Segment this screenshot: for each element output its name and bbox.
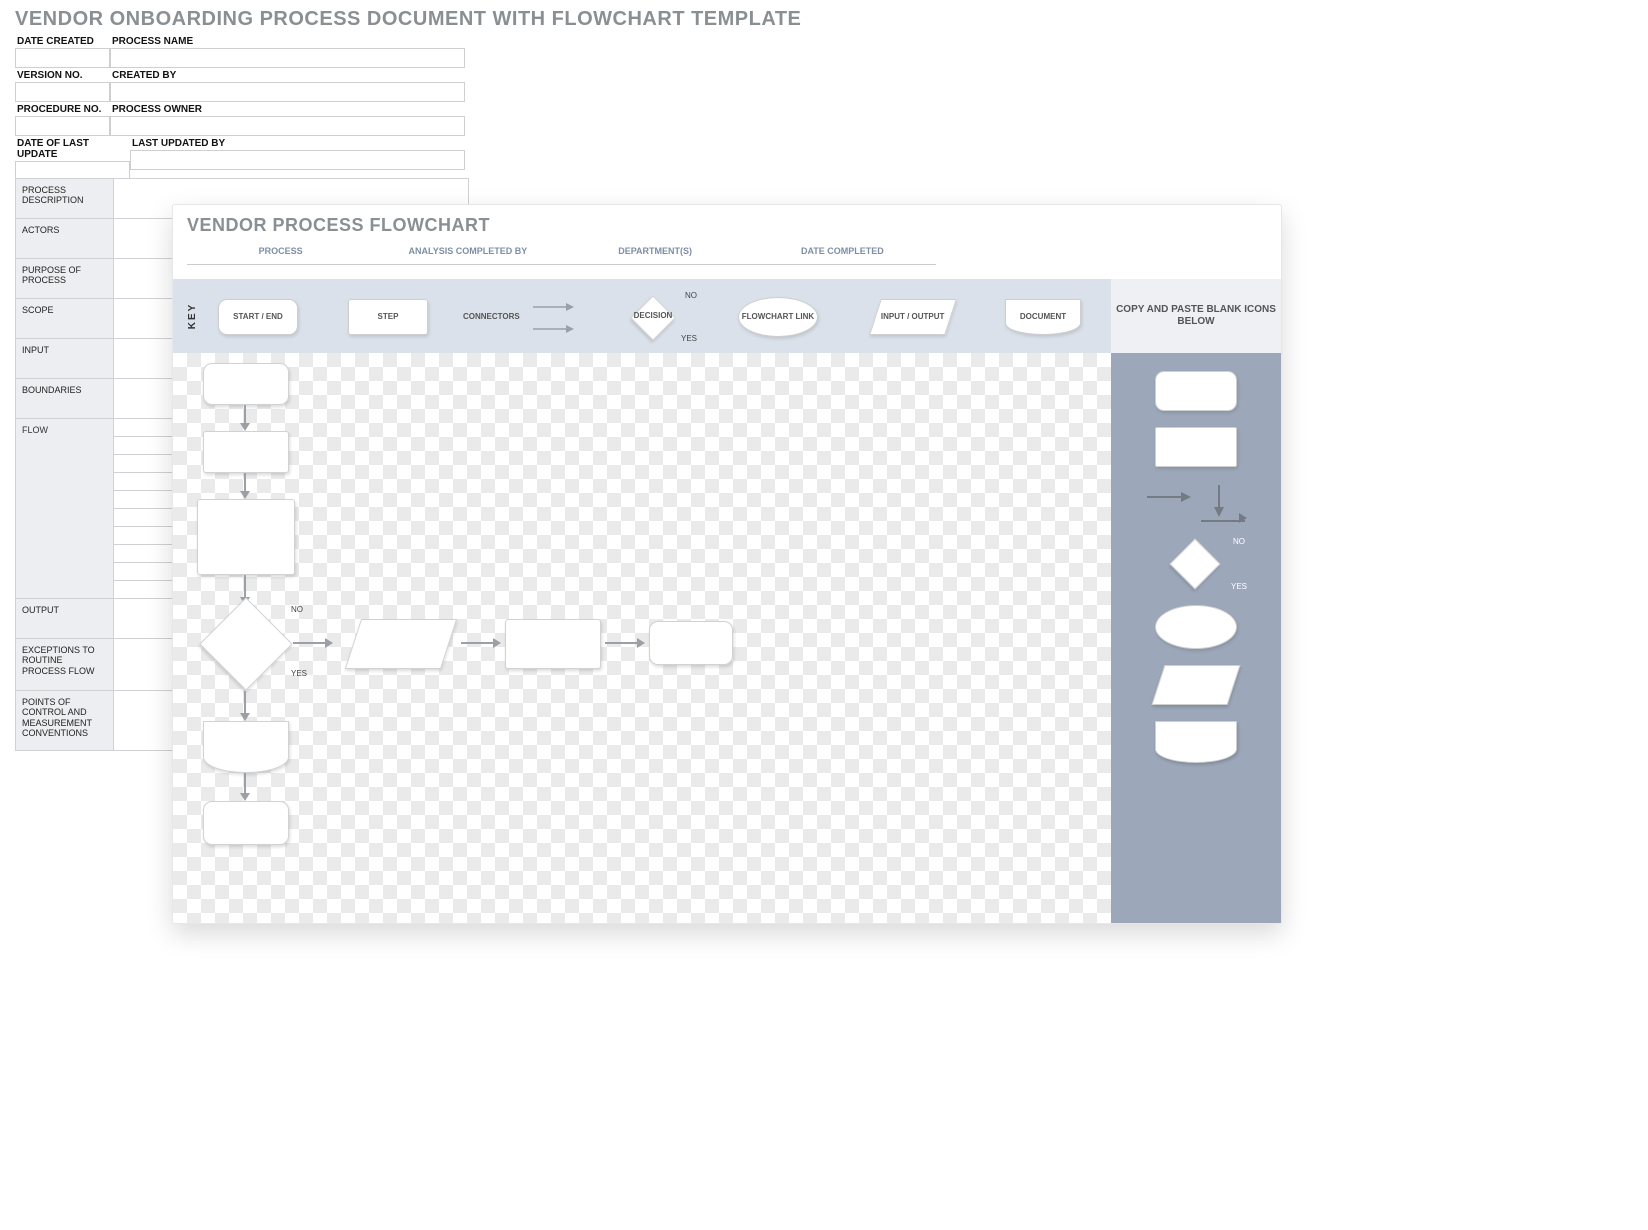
canvas-step-shape[interactable]	[197, 499, 295, 575]
palette-connectors-icon[interactable]	[1141, 483, 1251, 523]
row-label: FLOW	[16, 419, 114, 599]
palette-start-end-icon[interactable]	[1155, 371, 1237, 411]
palette-document-icon[interactable]	[1155, 721, 1237, 763]
label-created-by: CREATED BY	[110, 68, 465, 82]
row-label: PROCESS DESCRIPTION	[16, 179, 114, 219]
step-icon[interactable]: STEP	[348, 299, 428, 335]
meta-header[interactable]: PROCESS	[187, 245, 374, 265]
document-icon[interactable]: DOCUMENT	[1005, 299, 1081, 335]
meta-header[interactable]: DEPARTMENT(S)	[562, 245, 749, 265]
row-label: POINTS OF CONTROL AND MEASUREMENT CONVEN…	[16, 691, 114, 751]
decision-no-label: NO	[685, 291, 697, 300]
input-version-no[interactable]	[15, 82, 110, 102]
input-created-by[interactable]	[110, 82, 465, 102]
label-process-owner: PROCESS OWNER	[110, 102, 465, 116]
label-date-created: DATE CREATED	[15, 34, 110, 48]
row-label: ACTORS	[16, 219, 114, 259]
flowchart-link-icon[interactable]: FLOWCHART LINK	[738, 297, 818, 337]
palette-step-icon[interactable]	[1155, 427, 1237, 467]
icons-palette: NO YES	[1111, 353, 1281, 923]
canvas-document-shape[interactable]	[203, 721, 289, 773]
row-label: PURPOSE OF PROCESS	[16, 259, 114, 299]
key-input-output: INPUT / OUTPUT	[881, 313, 945, 322]
key-document: DOCUMENT	[1020, 313, 1066, 322]
label-version-no: VERSION NO.	[15, 68, 110, 82]
row-label: BOUNDARIES	[16, 379, 114, 419]
header-metadata: DATE CREATED PROCESS NAME VERSION NO. CR…	[15, 34, 465, 181]
canvas-input-output-shape[interactable]	[345, 619, 457, 669]
decision-yes-label: YES	[681, 334, 697, 343]
input-last-updated-by[interactable]	[130, 150, 465, 170]
canvas-step-shape[interactable]	[203, 431, 289, 473]
start-end-icon[interactable]: START / END	[218, 299, 298, 335]
key-connectors: CONNECTORS	[463, 313, 520, 322]
palette-no-label: NO	[1233, 537, 1245, 546]
row-label: SCOPE	[16, 299, 114, 339]
label-last-updated-by: LAST UPDATED BY	[130, 136, 465, 150]
label-process-name: PROCESS NAME	[110, 34, 465, 48]
key-start-end: START / END	[233, 313, 283, 322]
key-flowchart-link: FLOWCHART LINK	[742, 313, 814, 322]
palette-flowchart-link-icon[interactable]	[1155, 605, 1237, 649]
connectors-icon[interactable]	[528, 295, 583, 339]
input-process-name[interactable]	[110, 48, 465, 68]
input-procedure-no[interactable]	[15, 116, 110, 136]
canvas-step-shape[interactable]	[505, 619, 601, 669]
canvas-start-end-shape[interactable]	[203, 363, 289, 405]
copy-paste-label: COPY AND PASTE BLANK ICONS BELOW	[1111, 279, 1281, 353]
canvas-decision-no-label: NO	[291, 605, 303, 614]
meta-header[interactable]: DATE COMPLETED	[749, 245, 936, 265]
key-legend: KEY START / END STEP CONNECTORS DECISION…	[173, 279, 1113, 353]
flowchart-card: VENDOR PROCESS FLOWCHART PROCESS ANALYSI…	[172, 204, 1282, 924]
decision-icon[interactable]: DECISION NO YES	[623, 297, 683, 337]
flowchart-canvas[interactable]: NO YES	[173, 353, 1111, 923]
palette-input-output-icon[interactable]	[1152, 665, 1241, 705]
palette-yes-label: YES	[1231, 582, 1247, 591]
canvas-decision-yes-label: YES	[291, 669, 307, 678]
row-label: INPUT	[16, 339, 114, 379]
flowchart-meta-headers: PROCESS ANALYSIS COMPLETED BY DEPARTMENT…	[187, 245, 936, 265]
input-process-owner[interactable]	[110, 116, 465, 136]
input-date-created[interactable]	[15, 48, 110, 68]
key-step: STEP	[378, 313, 399, 322]
key-decision: DECISION	[623, 312, 683, 321]
meta-header[interactable]: ANALYSIS COMPLETED BY	[374, 245, 561, 265]
label-date-last-update: DATE OF LAST UPDATE	[15, 136, 130, 161]
label-procedure-no: PROCEDURE NO.	[15, 102, 110, 116]
canvas-start-end-shape[interactable]	[203, 801, 289, 845]
row-label: OUTPUT	[16, 599, 114, 639]
canvas-start-end-shape[interactable]	[649, 621, 733, 665]
palette-decision-icon[interactable]: NO YES	[1151, 539, 1241, 589]
input-output-icon[interactable]: INPUT / OUTPUT	[869, 299, 957, 335]
row-label: EXCEPTIONS TO ROUTINE PROCESS FLOW	[16, 639, 114, 691]
page-title: VENDOR ONBOARDING PROCESS DOCUMENT WITH …	[15, 8, 801, 31]
key-label: KEY	[187, 303, 198, 330]
flowchart-title: VENDOR PROCESS FLOWCHART	[187, 215, 490, 236]
